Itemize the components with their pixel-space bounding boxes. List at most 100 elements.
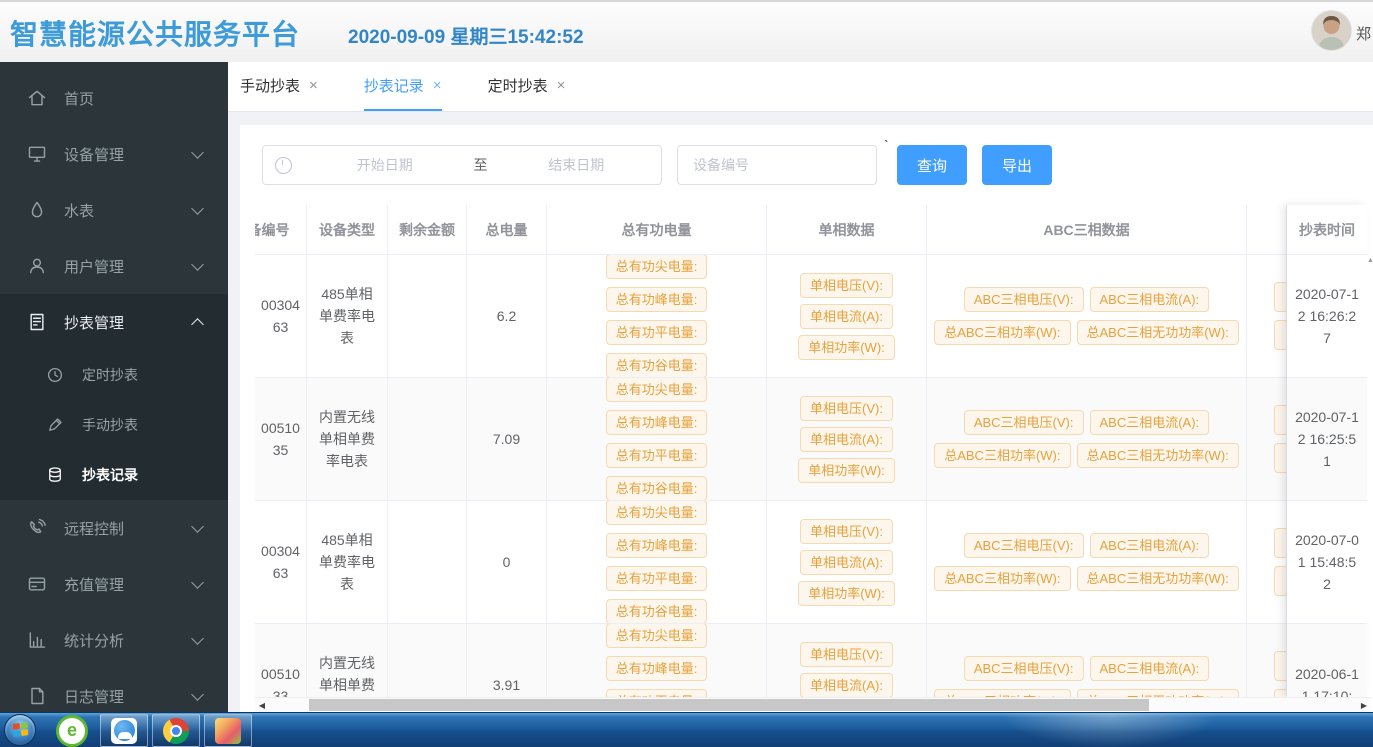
energy-tags: 总有功尖电量:总有功峰电量:总有功平电量:总有功谷电量: — [547, 378, 766, 501]
data-tag: 总有功平电量: — [606, 320, 708, 345]
table-row[interactable]: 0051033内置无线单相单费率电表3.91总有功尖电量:总有功峰电量:总有功平… — [255, 624, 1373, 697]
username[interactable]: 郑 — [1356, 23, 1371, 44]
tab-定时抄表[interactable]: 定时抄表 × — [488, 62, 566, 111]
data-tag: ABC三相电压(V): — [964, 410, 1084, 435]
sidebar-item-充值管理[interactable]: 充值管理 — [0, 556, 228, 612]
clipped-tag-fragment — [1274, 651, 1286, 681]
tab-close-icon[interactable]: × — [433, 77, 442, 94]
read-time-cell: 2020-07-12 16:26:27 — [1287, 255, 1367, 378]
table-row[interactable]: 0030463485单相单费率电表0总有功尖电量:总有功峰电量:总有功平电量:总… — [255, 501, 1373, 624]
data-tag: 总有功谷电量: — [606, 476, 708, 501]
vertical-scrollbar[interactable]: ▲ — [1367, 257, 1373, 617]
table-cell: 总有功尖电量:总有功峰电量:总有功平电量:总有功谷电量: — [547, 501, 767, 624]
photo-app-taskbar-button[interactable] — [204, 714, 252, 747]
qq-browser-icon — [111, 718, 137, 744]
chevron-down-icon — [191, 632, 204, 645]
export-button[interactable]: 导出 — [982, 145, 1052, 185]
sidebar-item-抄表管理[interactable]: 抄表管理 — [0, 294, 228, 350]
data-tag: 总有功谷电量: — [606, 599, 708, 624]
sidebar-item-统计分析[interactable]: 统计分析 — [0, 612, 228, 668]
device-number-placeholder: 设备编号 — [693, 155, 749, 175]
table-cell: ABC三相电压(V):ABC三相电流(A):总ABC三相功率(W):总ABC三相… — [927, 255, 1247, 378]
bar-chart-icon — [27, 630, 47, 650]
data-tag: ABC三相电流(A): — [1090, 287, 1210, 312]
table-header-row: 设备编号设备类型剩余金额总电量总有功电量单相数据ABC三相数据 — [255, 205, 1373, 255]
app-header: 智慧能源公共服务平台 2020-09-09 星期三15:42:52 郑 — [0, 0, 1373, 63]
start-date-placeholder[interactable]: 开始日期 — [300, 155, 470, 175]
clipped-tag-fragment — [1274, 282, 1286, 312]
tab-close-icon[interactable]: × — [309, 77, 318, 94]
windows-logo-icon — [12, 722, 28, 738]
sidebar-item-label: 抄表记录 — [82, 465, 138, 485]
scroll-left-arrow[interactable]: ◀ — [255, 701, 269, 710]
tab-label: 手动抄表 — [240, 75, 300, 96]
clipped-tag-fragment — [1274, 443, 1286, 473]
data-tag: 总有功平电量: — [606, 689, 708, 697]
table-cell: 单相电压(V):单相电流(A):单相功率(W): — [767, 378, 927, 501]
edit-icon — [46, 416, 64, 434]
chrome-taskbar-button[interactable] — [152, 714, 200, 747]
single-phase-tags: 单相电压(V):单相电流(A):单相功率(W): — [798, 270, 895, 363]
data-tag: 总ABC三相无功功率(W): — [1077, 320, 1239, 345]
table-cell: 总有功尖电量:总有功峰电量:总有功平电量:总有功谷电量: — [547, 255, 767, 378]
horizontal-scrollbar[interactable]: ◀ ▶ — [255, 697, 1371, 712]
sidebar-item-用户管理[interactable]: 用户管理 — [0, 238, 228, 294]
table-cell: 单相电压(V):单相电流(A):单相功率(W): — [767, 501, 927, 624]
scroll-right-arrow[interactable]: ▶ — [1357, 701, 1371, 710]
clipped-tags-cell — [1247, 378, 1287, 501]
total-energy-cell: 6.2 — [467, 255, 547, 378]
start-button[interactable] — [4, 714, 36, 746]
data-tag: 总有功尖电量: — [606, 501, 708, 525]
data-tag: 单相电压(V): — [800, 519, 893, 544]
clipped-tag-fragment — [1274, 689, 1286, 697]
tab-label: 定时抄表 — [488, 75, 548, 96]
scrollbar-thumb[interactable] — [309, 699, 1149, 711]
data-tag: 单相电流(A): — [800, 304, 893, 329]
sidebar-item-远程控制[interactable]: 远程控制 — [0, 500, 228, 556]
tab-抄表记录[interactable]: 抄表记录× — [364, 62, 442, 111]
content-area: 开始日期 至 结束日期 设备编号 ` 查询 导出 设备编号设备类型剩余金额总电量… — [228, 112, 1373, 712]
sidebar-item-label: 手动抄表 — [82, 415, 138, 435]
sidebar-item-设备管理[interactable]: 设备管理 — [0, 126, 228, 182]
monitor-icon — [27, 144, 47, 164]
sidebar-item-手动抄表[interactable]: 手动抄表 — [0, 400, 228, 450]
total-energy-cell: 7.09 — [467, 378, 547, 501]
sidebar-item-首页[interactable]: 首页 — [0, 70, 228, 126]
taskbar-glow — [1000, 713, 1220, 747]
sidebar-item-label: 首页 — [64, 88, 94, 109]
read-time-cell: 2020-07-12 16:25:51 — [1287, 378, 1367, 501]
device-number-input[interactable]: 设备编号 — [677, 145, 877, 185]
search-button[interactable]: 查询 — [897, 145, 967, 185]
data-tag: 总有功谷电量: — [606, 353, 708, 378]
table-row[interactable]: 0051035内置无线单相单费率电表7.09总有功尖电量:总有功峰电量:总有功平… — [255, 378, 1373, 501]
home-icon — [27, 88, 47, 108]
database-icon — [46, 466, 64, 484]
device-no-cell: 0051035 — [255, 378, 307, 501]
qq-browser-taskbar-button[interactable] — [100, 714, 148, 747]
clipped-tag-fragment — [1274, 566, 1286, 596]
end-date-placeholder[interactable]: 结束日期 — [492, 155, 662, 175]
clipped-tags-cell — [1247, 501, 1287, 624]
tab-手动抄表[interactable]: 手动抄表 × — [240, 62, 318, 111]
date-range-input[interactable]: 开始日期 至 结束日期 — [262, 145, 662, 185]
table-cell: 总有功尖电量:总有功峰电量:总有功平电量:总有功谷电量: — [547, 378, 767, 501]
table-header-cell: 总有功电量 — [547, 205, 767, 255]
water-drop-icon — [27, 200, 47, 220]
scrollbar-track[interactable] — [269, 699, 1357, 711]
sidebar-item-label: 充值管理 — [64, 574, 124, 595]
browser-360-icon[interactable]: e — [56, 715, 88, 747]
sidebar-item-水表[interactable]: 水表 — [0, 182, 228, 238]
data-tag: 总ABC三相功率(W): — [934, 566, 1070, 591]
sidebar-item-label: 定时抄表 — [82, 365, 138, 385]
clipped-tag-fragment — [1274, 528, 1286, 558]
sidebar-item-定时抄表[interactable]: 定时抄表 — [0, 350, 228, 400]
clipped-tags-cell — [1247, 255, 1287, 378]
table-row[interactable]: 0030463485单相单费率电表6.2总有功尖电量:总有功峰电量:总有功平电量… — [255, 255, 1373, 378]
clock-icon — [275, 157, 292, 174]
tab-close-icon[interactable]: × — [557, 77, 566, 94]
sidebar-item-label: 远程控制 — [64, 518, 124, 539]
clock-icon — [46, 366, 64, 384]
sidebar-item-抄表记录[interactable]: 抄表记录 — [0, 450, 228, 500]
avatar[interactable] — [1311, 10, 1352, 51]
table-cell: ABC三相电压(V):ABC三相电流(A):总ABC三相功率(W):总ABC三相… — [927, 624, 1247, 697]
